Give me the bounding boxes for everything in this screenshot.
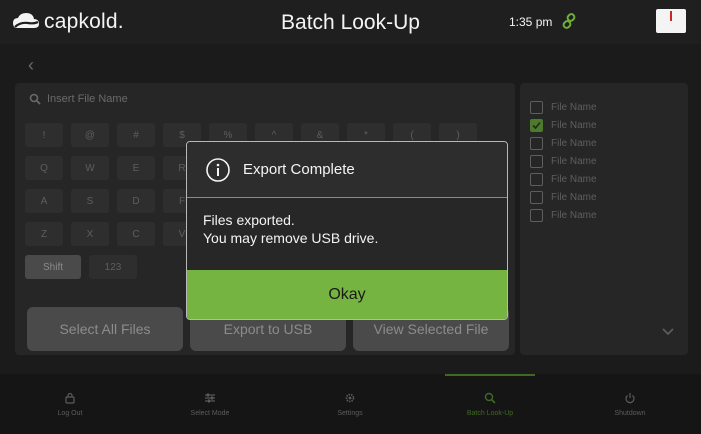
- file-checkbox[interactable]: [530, 101, 543, 114]
- file-list-item[interactable]: File Name: [530, 119, 597, 132]
- file-name: File Name: [551, 102, 597, 113]
- lock-icon: [65, 392, 75, 404]
- file-list-item[interactable]: File Name: [530, 191, 597, 204]
- numbers-key[interactable]: 123: [89, 255, 137, 279]
- key[interactable]: E: [117, 156, 155, 180]
- search-input[interactable]: Insert File Name: [29, 93, 128, 105]
- nav-label: Shutdown: [614, 409, 646, 417]
- search-placeholder: Insert File Name: [47, 93, 128, 105]
- nav-batch-look-up[interactable]: Batch Look-Up: [420, 374, 560, 434]
- gear-icon: [345, 393, 355, 402]
- nav-settings[interactable]: Settings: [280, 374, 420, 434]
- key[interactable]: @: [71, 123, 109, 147]
- key[interactable]: D: [117, 189, 155, 213]
- key[interactable]: Q: [25, 156, 63, 180]
- file-list-panel: File Name File Name File Name File Name …: [520, 83, 688, 355]
- file-checkbox[interactable]: [530, 209, 543, 222]
- search-icon: [484, 392, 496, 404]
- file-name: File Name: [551, 174, 597, 185]
- nav-select-mode[interactable]: Select Mode: [140, 374, 280, 434]
- file-list-item[interactable]: File Name: [530, 155, 597, 168]
- okay-button[interactable]: Okay: [187, 270, 507, 319]
- file-list-item[interactable]: File Name: [530, 173, 597, 186]
- keyboard-row-modifiers: Shift 123: [25, 255, 145, 279]
- checkmark-icon: [532, 121, 541, 130]
- key[interactable]: C: [117, 222, 155, 246]
- clock: 1:35 pm: [509, 15, 553, 29]
- key[interactable]: Z: [25, 222, 63, 246]
- back-chevron-icon[interactable]: ‹: [28, 55, 34, 76]
- file-checkbox[interactable]: [530, 137, 543, 150]
- nav-shutdown[interactable]: Shutdown: [560, 374, 700, 434]
- usb-status-icon[interactable]: [656, 9, 686, 33]
- bottom-nav: Log Out Select Mode Settings Batch Look-…: [0, 374, 701, 434]
- dialog-message-line-2: You may remove USB drive.: [203, 230, 379, 246]
- key[interactable]: !: [25, 123, 63, 147]
- nav-label: Log Out: [57, 409, 83, 417]
- key[interactable]: W: [71, 156, 109, 180]
- dialog-message: Files exported. You may remove USB drive…: [187, 198, 507, 270]
- power-icon: [625, 392, 635, 403]
- key[interactable]: A: [25, 189, 63, 213]
- key[interactable]: #: [117, 123, 155, 147]
- file-name: File Name: [551, 138, 597, 149]
- info-icon: [206, 157, 230, 182]
- top-bar: capkold. Batch Look-Up 1:35 pm: [0, 0, 701, 44]
- chevron-down-icon[interactable]: [662, 327, 674, 337]
- sliders-icon: [205, 393, 215, 402]
- file-checkbox[interactable]: [530, 173, 543, 186]
- dialog-title: Export Complete: [243, 161, 355, 178]
- file-checkbox[interactable]: [530, 191, 543, 204]
- link-icon: [562, 13, 576, 29]
- page-title: Batch Look-Up: [281, 11, 420, 34]
- file-list-item[interactable]: File Name: [530, 209, 597, 222]
- select-all-files-button[interactable]: Select All Files: [27, 307, 183, 351]
- nav-log-out[interactable]: Log Out: [0, 374, 140, 434]
- shift-key[interactable]: Shift: [25, 255, 81, 279]
- search-icon: [29, 93, 41, 105]
- file-name: File Name: [551, 210, 597, 221]
- file-checkbox-checked[interactable]: [530, 119, 543, 132]
- nav-label: Batch Look-Up: [466, 409, 514, 417]
- dialog-message-line-1: Files exported.: [203, 212, 295, 228]
- key[interactable]: X: [71, 222, 109, 246]
- file-list-item[interactable]: File Name: [530, 137, 597, 150]
- key[interactable]: S: [71, 189, 109, 213]
- file-name: File Name: [551, 156, 597, 167]
- export-complete-dialog: Export Complete Files exported. You may …: [186, 141, 508, 320]
- nav-label: Select Mode: [190, 409, 230, 417]
- file-checkbox[interactable]: [530, 155, 543, 168]
- file-list-item[interactable]: File Name: [530, 101, 597, 114]
- file-name: File Name: [551, 120, 597, 131]
- active-indicator: [445, 374, 535, 376]
- nav-label: Settings: [337, 409, 363, 417]
- file-name: File Name: [551, 192, 597, 203]
- dialog-header: Export Complete: [187, 142, 507, 198]
